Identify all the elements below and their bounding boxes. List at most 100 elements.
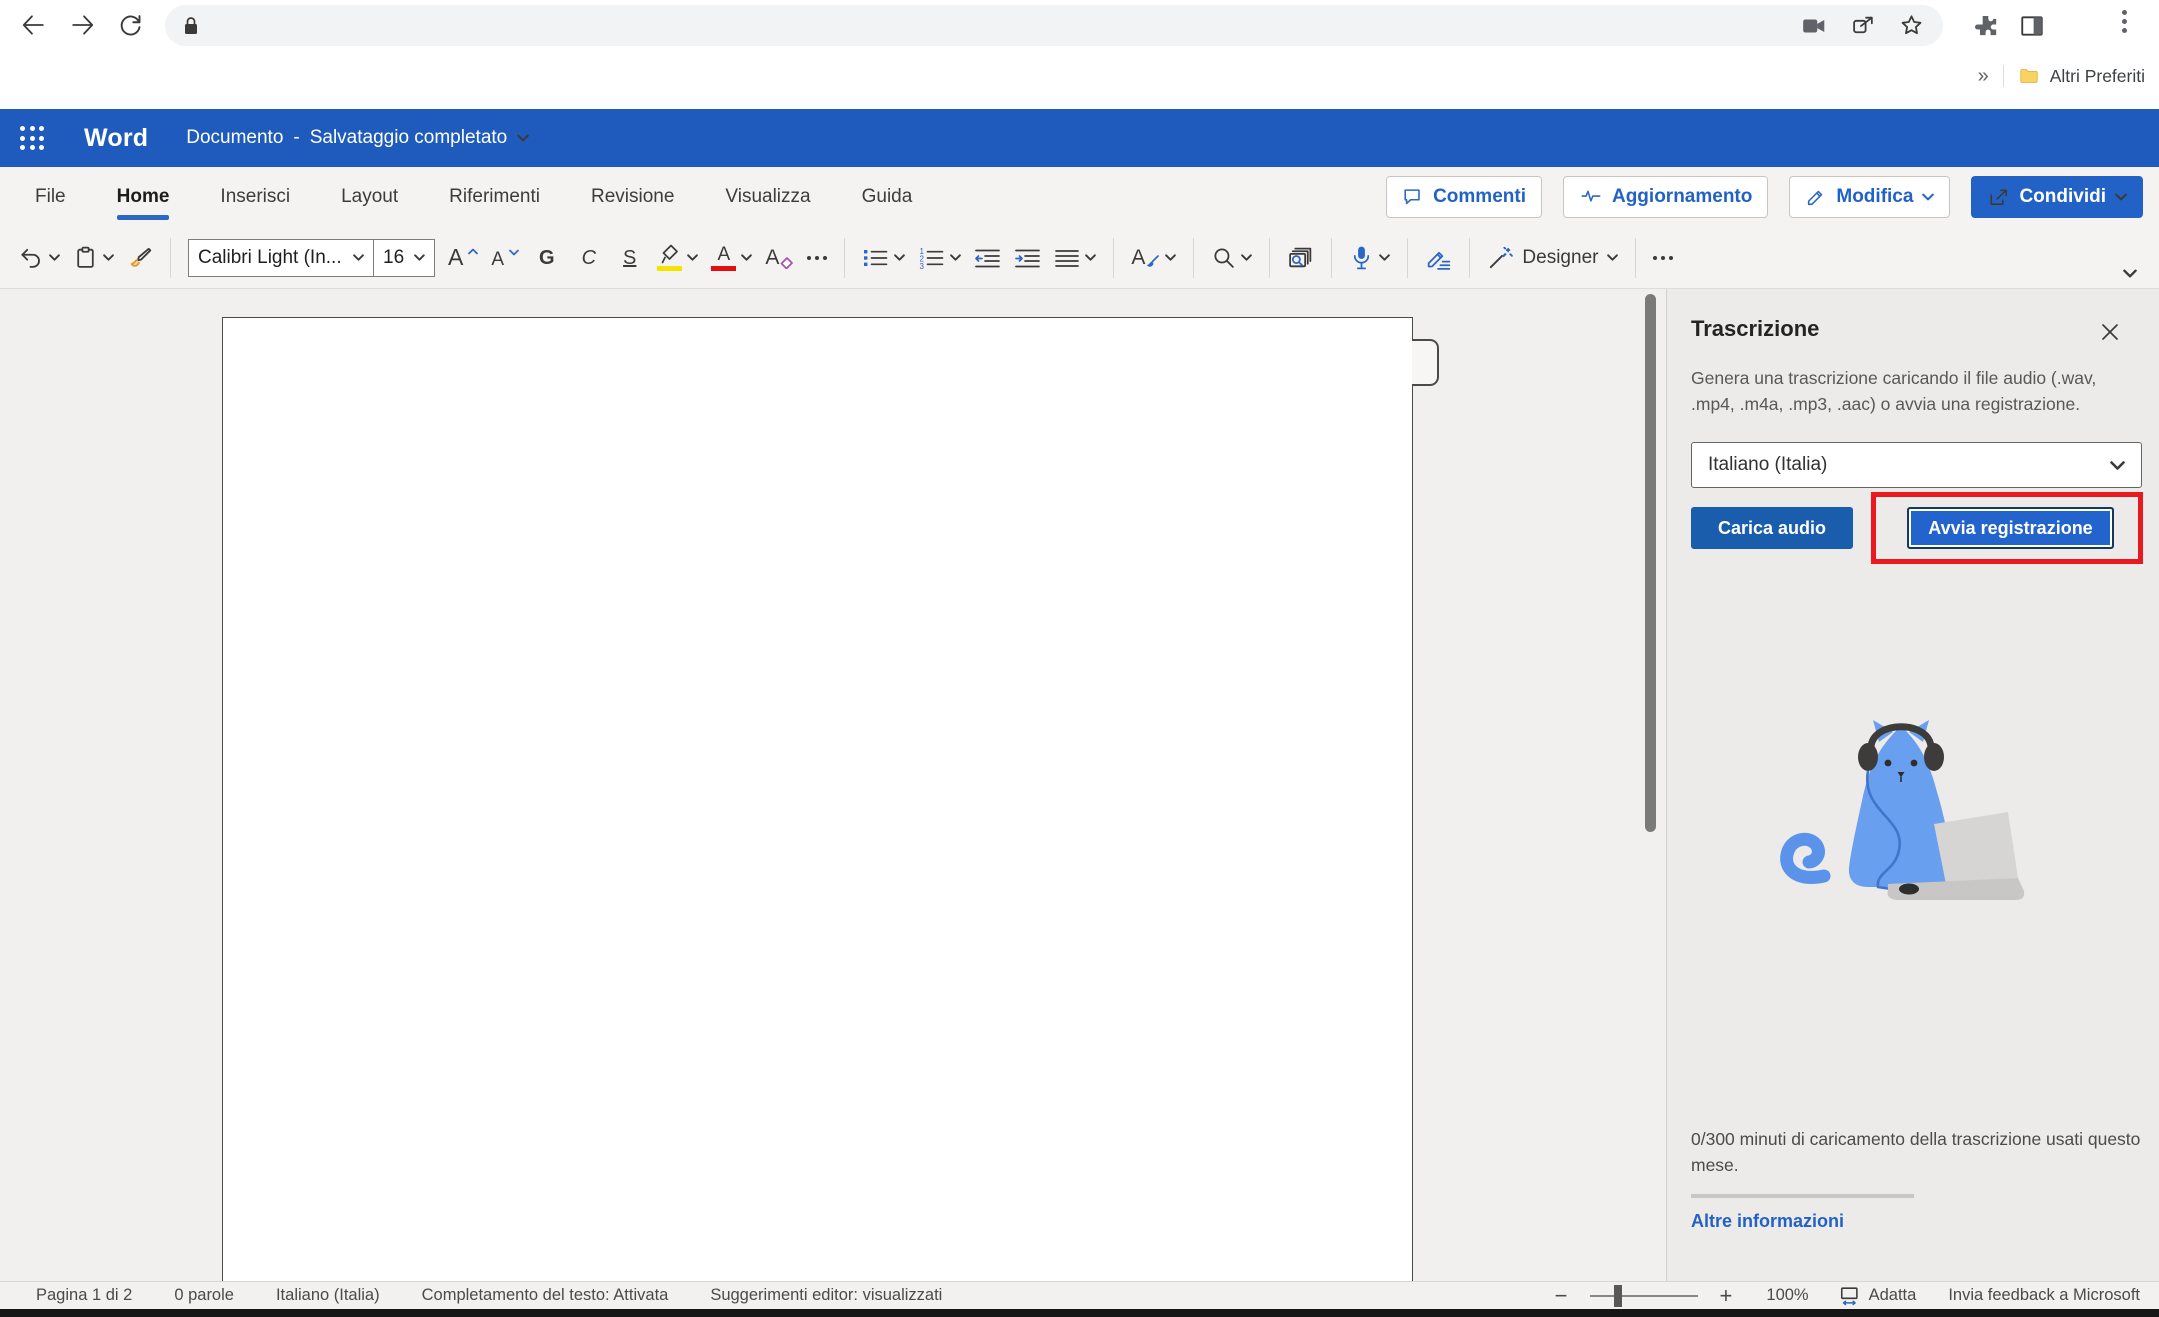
bookmark-star-button[interactable]: [1899, 13, 1924, 38]
bookmarks-folder[interactable]: Altri Preferiti: [2018, 65, 2145, 87]
start-recording-button[interactable]: Avvia registrazione: [1907, 507, 2114, 549]
designer-button[interactable]: Designer: [1487, 245, 1618, 271]
zoom-slider-thumb[interactable]: [1614, 1285, 1622, 1307]
back-button[interactable]: [20, 12, 46, 38]
fit-to-page-button[interactable]: Adatta: [1839, 1285, 1917, 1307]
more-info-link[interactable]: Altre informazioni: [1691, 1211, 1844, 1232]
clear-formatting-button[interactable]: A: [765, 247, 794, 269]
share-button[interactable]: Condividi: [1971, 176, 2143, 218]
chevron-down-icon: [414, 254, 425, 261]
font-name-combobox[interactable]: Calibri Light (In...: [188, 239, 374, 277]
decrease-indent-button[interactable]: [974, 246, 1001, 270]
chevron-down-icon: [687, 254, 698, 261]
more-font-options-button[interactable]: [807, 256, 827, 260]
side-panel-button[interactable]: [2019, 13, 2045, 39]
formatting-toolbar: Calibri Light (In... 16 A A G C S A: [0, 227, 2159, 289]
bullet-list-button[interactable]: [862, 246, 905, 270]
immersive-reader-button[interactable]: [1287, 245, 1314, 271]
address-bar[interactable]: [165, 5, 1943, 46]
margin-comment-tab[interactable]: [1412, 339, 1439, 386]
status-language[interactable]: Italiano (Italia): [276, 1286, 380, 1305]
align-button[interactable]: [1054, 246, 1096, 270]
comments-button[interactable]: Commenti: [1386, 176, 1542, 218]
app-launcher-button[interactable]: [20, 126, 44, 150]
format-painter-button[interactable]: [127, 245, 153, 271]
find-button[interactable]: [1211, 245, 1252, 270]
shrink-font-button[interactable]: A: [491, 247, 519, 269]
status-editor-suggestions[interactable]: Suggerimenti editor: visualizzati: [710, 1286, 942, 1305]
status-page-count[interactable]: Pagina 1 di 2: [36, 1286, 132, 1305]
app-name[interactable]: Word: [84, 124, 148, 153]
undo-button[interactable]: [18, 245, 60, 271]
upload-audio-button[interactable]: Carica audio: [1691, 507, 1853, 549]
bookmarks-overflow-chevron[interactable]: »: [1978, 65, 1989, 88]
language-dropdown[interactable]: Italiano (Italia): [1691, 442, 2142, 488]
tab-revisione[interactable]: Revisione: [589, 167, 676, 227]
document-page[interactable]: [222, 317, 1413, 1281]
browser-menu-button[interactable]: [2122, 10, 2127, 33]
fit-width-icon: [1839, 1285, 1861, 1307]
share-page-button[interactable]: [1851, 13, 1876, 38]
styles-button[interactable]: A: [1131, 246, 1176, 270]
chevron-down-icon: [1085, 254, 1096, 261]
edit-mode-button[interactable]: Modifica: [1789, 176, 1950, 218]
editor-button[interactable]: [1425, 245, 1452, 271]
highlighter-icon: [656, 244, 682, 271]
ribbon-tab-bar: File Home Inserisci Layout Riferimenti R…: [0, 167, 2159, 227]
forward-button[interactable]: [70, 12, 96, 38]
tab-home[interactable]: Home: [115, 167, 172, 227]
highlight-color-button[interactable]: [656, 244, 698, 271]
tab-guida[interactable]: Guida: [860, 167, 915, 227]
undo-icon: [18, 245, 44, 271]
microphone-icon: [1349, 244, 1374, 271]
chevron-down-icon: [2115, 193, 2127, 201]
reload-button[interactable]: [117, 11, 144, 38]
chevron-down-icon: [517, 134, 529, 142]
tab-file[interactable]: File: [33, 167, 68, 227]
update-button[interactable]: Aggiornamento: [1563, 176, 1768, 218]
status-bar: Pagina 1 di 2 0 parole Italiano (Italia)…: [0, 1281, 2159, 1309]
document-title[interactable]: Documento - Salvataggio completato: [186, 127, 529, 149]
increase-indent-icon: [1014, 246, 1041, 270]
underline-button[interactable]: S: [616, 248, 643, 268]
title-separator: -: [293, 127, 299, 149]
increase-indent-button[interactable]: [1014, 246, 1041, 270]
chevron-down-icon: [1165, 254, 1176, 261]
grow-font-button[interactable]: A: [448, 246, 478, 269]
camera-button[interactable]: [1801, 13, 1827, 39]
tab-visualizza[interactable]: Visualizza: [723, 167, 812, 227]
zoom-out-button[interactable]: −: [1555, 1285, 1568, 1307]
immersive-reader-icon: [1287, 245, 1314, 271]
dictate-button[interactable]: [1349, 244, 1390, 271]
zoom-in-button[interactable]: +: [1720, 1285, 1733, 1307]
bottom-edge-strip: [0, 1309, 2159, 1317]
send-feedback-link[interactable]: Invia feedback a Microsoft: [1948, 1286, 2140, 1305]
tab-layout[interactable]: Layout: [339, 167, 400, 227]
toolbar-overflow-button[interactable]: [1653, 256, 1673, 260]
numbered-list-button[interactable]: 1 2 3: [918, 246, 961, 270]
bold-button[interactable]: G: [532, 248, 562, 268]
font-color-button[interactable]: A: [711, 245, 752, 271]
paste-button[interactable]: [73, 245, 114, 270]
tab-inserisci[interactable]: Inserisci: [218, 167, 292, 227]
font-size-combobox[interactable]: 16: [373, 239, 435, 277]
collapse-ribbon-button[interactable]: [2123, 269, 2141, 288]
italic-button[interactable]: C: [575, 248, 603, 268]
word-app-header: Word Documento - Salvataggio completato: [0, 109, 2159, 167]
bookmarks-divider: [2003, 65, 2004, 87]
extensions-button[interactable]: [1972, 12, 1999, 39]
status-text-completion[interactable]: Completamento del testo: Attivata: [422, 1286, 669, 1305]
toolbar-separator: [1469, 238, 1470, 278]
close-pane-button[interactable]: [2097, 319, 2123, 345]
vertical-scrollbar-thumb[interactable]: [1645, 294, 1656, 832]
bookmarks-folder-label: Altri Preferiti: [2050, 66, 2145, 87]
tab-riferimenti[interactable]: Riferimenti: [447, 167, 542, 227]
zoom-slider[interactable]: [1590, 1295, 1698, 1297]
chevron-down-icon: [49, 254, 60, 261]
status-word-count[interactable]: 0 parole: [174, 1286, 234, 1305]
extensions-puzzle-icon: [1972, 12, 1999, 39]
zoom-level[interactable]: 100%: [1766, 1286, 1808, 1305]
toolbar-separator: [1193, 238, 1194, 278]
transcribe-pane: Trascrizione Genera una trascrizione car…: [1666, 289, 2159, 1281]
pencil-icon: [1805, 186, 1827, 208]
